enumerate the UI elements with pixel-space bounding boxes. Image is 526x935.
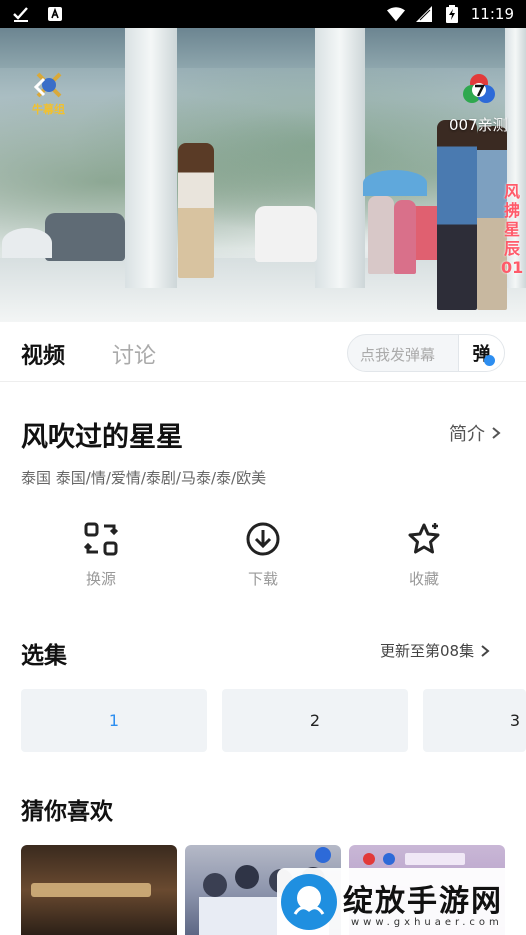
video-scene-pillar [315,28,365,288]
danmu-toggle-button[interactable]: 弹 [458,335,504,371]
episodes-update-link[interactable]: 更新至第08集 [380,640,490,661]
video-player[interactable]: 牛幕组 007亲测 风拂星辰01 [0,28,526,322]
episode-label: 2 [309,711,321,730]
status-time: 11:19 [470,5,514,23]
video-scene-person [437,120,477,310]
download-icon [246,522,280,556]
show-title: 风吹过的星星 [21,422,183,453]
intro-link[interactable]: 简介 [449,420,501,446]
video-scene-person [178,143,214,278]
danmu-bar: 点我发弹幕 弹 [347,334,505,372]
video-scene-car [255,206,317,262]
switch-source-label: 换源 [85,570,116,588]
video-scene-car [45,213,125,261]
battery-icon [443,5,461,23]
danmu-enabled-check-icon [484,355,495,366]
octopus-logo-icon [281,874,337,930]
switch-source-icon [83,522,119,556]
wifi-icon [386,5,405,23]
download-label: 下载 [247,570,278,588]
episodes-title: 选集 [21,643,67,669]
signal-icon [415,5,433,23]
favorite-label: 收藏 [408,570,439,588]
watermark-text: 绽放手游网 [343,884,503,919]
recommend-card[interactable] [21,845,177,935]
chevron-right-icon [492,427,501,439]
content-tabs: 视频 讨论 点我发弹幕 弹 [0,322,526,382]
video-scene-umbrella [363,170,427,196]
tab-discussion[interactable]: 讨论 [112,338,156,370]
site-watermark: 绽放手游网 www.gxhuaer.com [277,868,526,935]
episode-button-2[interactable]: 2 [222,689,408,752]
switch-source-button[interactable]: 换源 [61,520,141,589]
chevron-right-icon [481,644,490,657]
watermark-url: www.gxhuaer.com [351,917,503,928]
recommend-poster-art [31,879,151,905]
video-scene-ceiling [0,28,526,68]
episode-button-1[interactable]: 1 [21,689,207,752]
episodes-update-text: 更新至第08集 [380,642,475,660]
download-button[interactable]: 下载 [223,520,303,589]
show-tags: 泰国 泰国/情/爱情/泰剧/马泰/泰/欧美 [21,469,267,487]
intro-label: 简介 [449,424,485,445]
check-download-icon [12,5,30,23]
status-bar: 11:19 [0,0,526,28]
video-scene-umbrella [2,228,52,258]
tab-video[interactable]: 视频 [21,338,65,370]
favorite-button[interactable]: 收藏 [384,520,464,589]
video-scene-pillar [125,28,177,288]
recommend-title: 猜你喜欢 [21,799,113,825]
danmu-input[interactable]: 点我发弹幕 [360,344,435,365]
episode-label: 1 [108,711,120,730]
channel-name: 007亲测 [449,116,508,134]
episode-label: 3 [509,711,520,730]
channel-7-logo-icon [462,72,496,106]
fansub-logo-text: 牛幕组 [32,103,65,116]
episode-button-3[interactable]: 3 [423,689,526,752]
video-scene-person [368,196,394,274]
back-icon[interactable] [30,76,52,98]
app-notification-icon [46,5,64,23]
video-scene-person [394,200,416,274]
favorite-star-icon [408,523,440,554]
video-overlay-title: 风拂星辰01 [501,182,524,277]
